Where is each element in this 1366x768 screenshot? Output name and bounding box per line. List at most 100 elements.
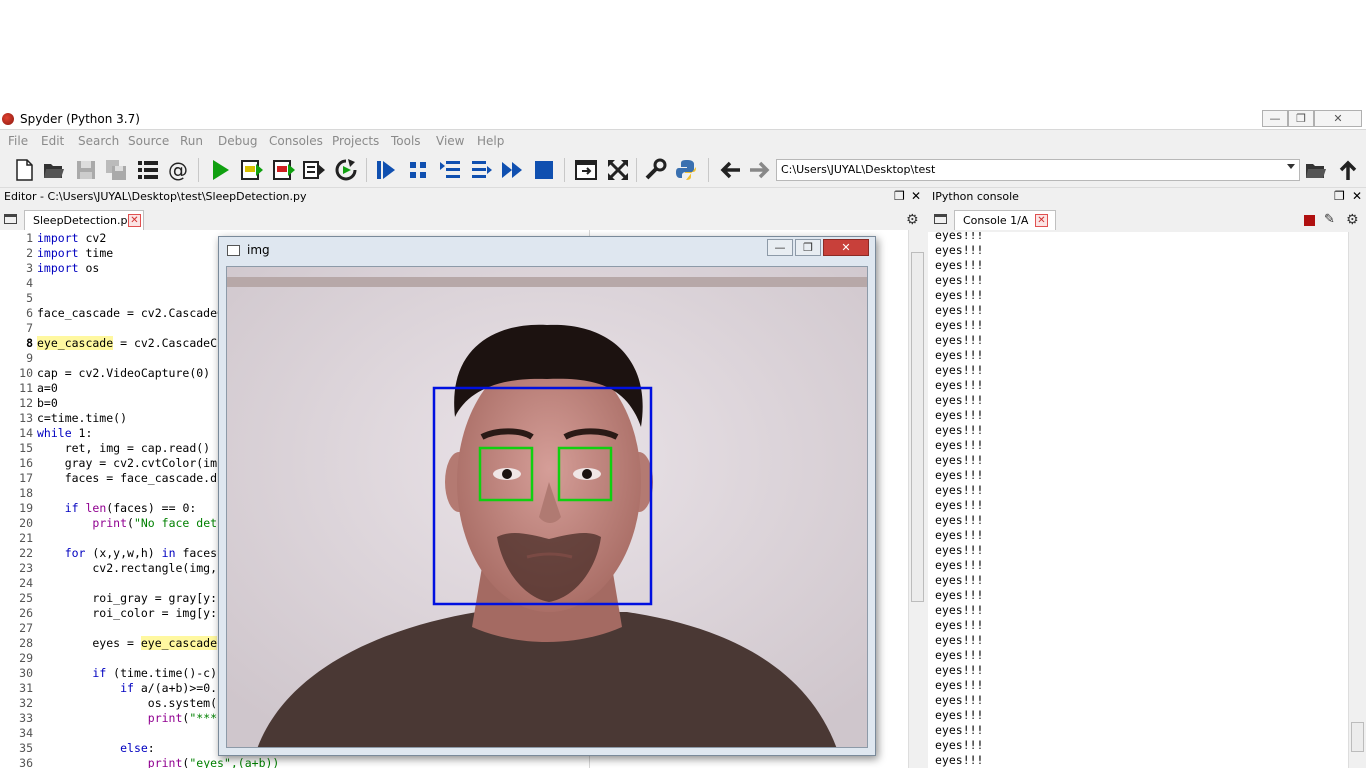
close-tab-icon[interactable]: ✕ <box>128 214 141 227</box>
ceiling-edge <box>227 277 867 287</box>
menu-projects[interactable]: Projects <box>332 134 379 148</box>
code-text: face_cascade = cv2.CascadeC <box>37 306 224 320</box>
step-into-icon[interactable] <box>438 158 462 182</box>
console-line: eyes!!! <box>935 363 984 377</box>
line-number: 14 <box>19 426 33 440</box>
continue-icon[interactable] <box>500 158 524 182</box>
console-line: eyes!!! <box>935 303 984 317</box>
right-pupil <box>582 469 592 479</box>
back-arrow-icon[interactable] <box>718 158 742 182</box>
browse-tabs-icon[interactable] <box>4 214 17 224</box>
code-text: while 1: <box>37 426 93 440</box>
run-selection-icon[interactable] <box>302 158 326 182</box>
tab-console-1a[interactable]: Console 1/A ✕ <box>954 210 1056 230</box>
at-sign-icon[interactable]: @ <box>166 158 190 182</box>
menu-view[interactable]: View <box>436 134 464 148</box>
run-icon[interactable] <box>208 158 232 182</box>
step-icon[interactable] <box>406 158 430 182</box>
code-text: print("eyes",(a+b)) <box>147 756 280 768</box>
line-number: 29 <box>19 651 33 665</box>
forward-arrow-icon[interactable] <box>748 158 772 182</box>
close-button[interactable]: ✕ <box>1314 110 1362 127</box>
menu-source[interactable]: Source <box>128 134 169 148</box>
save-all-icon[interactable] <box>104 158 128 182</box>
fullscreen-icon[interactable] <box>606 158 630 182</box>
tab-sleepdetection[interactable]: SleepDetection.py ✕ <box>24 210 144 230</box>
console-line: eyes!!! <box>935 438 984 452</box>
parent-directory-icon[interactable] <box>1336 158 1360 182</box>
gear-icon[interactable]: ⚙ <box>906 212 919 228</box>
menu-run[interactable]: Run <box>180 134 203 148</box>
open-file-icon[interactable] <box>42 158 66 182</box>
console-line: eyes!!! <box>935 288 984 302</box>
console-line: eyes!!! <box>935 348 984 362</box>
line-number: 11 <box>19 381 33 395</box>
menu-file[interactable]: File <box>8 134 28 148</box>
code-text: cv2.rectangle(img, <box>37 561 218 575</box>
menu-tools[interactable]: Tools <box>391 134 421 148</box>
close-pane-icon[interactable]: ✕ <box>911 189 921 203</box>
maximize-pane-icon[interactable] <box>574 158 598 182</box>
console-line: eyes!!! <box>935 423 984 437</box>
line-number: 16 <box>19 456 33 470</box>
code-text: for (x,y,w,h) in faces <box>64 546 218 560</box>
console-scrollbar-thumb[interactable] <box>1351 722 1364 752</box>
line-number: 35 <box>19 741 33 755</box>
console-tabbar: Console 1/A ✕ ✎ ⚙ <box>928 208 1366 230</box>
list-icon[interactable] <box>136 158 160 182</box>
code-text: print("No face det <box>92 516 218 530</box>
browse-tabs-icon[interactable] <box>934 214 947 224</box>
line-number: 22 <box>19 546 33 560</box>
menu-edit[interactable]: Edit <box>41 134 64 148</box>
window-title: Spyder (Python 3.7) <box>20 112 140 126</box>
console-line: eyes!!! <box>935 393 984 407</box>
editor-scrollbar-thumb[interactable] <box>911 252 924 602</box>
img-minimize-button[interactable]: — <box>767 239 793 256</box>
eraser-icon[interactable]: ✎ <box>1324 212 1335 227</box>
interrupt-kernel-icon[interactable] <box>1304 215 1315 226</box>
console-tab-label: Console 1/A <box>963 214 1029 227</box>
menu-bar: File Edit Search Source Run Debug Consol… <box>0 130 1366 152</box>
run-cell-advance-icon[interactable] <box>272 158 296 182</box>
code-text: import cv2 <box>37 231 107 245</box>
undock-icon[interactable]: ❐ <box>1334 189 1345 203</box>
maximize-button[interactable]: ❐ <box>1288 110 1314 127</box>
menu-help[interactable]: Help <box>477 134 504 148</box>
close-tab-icon[interactable]: ✕ <box>1035 214 1048 227</box>
console-line: eyes!!! <box>935 723 984 737</box>
line-number: 7 <box>26 321 33 335</box>
working-directory-combo[interactable]: C:\Users\JUYAL\Desktop\test <box>776 159 1300 181</box>
run-cell-icon[interactable] <box>240 158 264 182</box>
line-number: 34 <box>19 726 33 740</box>
undock-icon[interactable]: ❐ <box>894 189 905 203</box>
console-output[interactable]: eyes!!! eyes!!! eyes!!! eyes!!! eyes!!! eyes!… <box>928 232 1348 768</box>
line-number: 30 <box>19 666 33 680</box>
new-file-icon[interactable] <box>12 158 36 182</box>
gear-icon[interactable]: ⚙ <box>1346 212 1359 228</box>
menu-consoles[interactable]: Consoles <box>269 134 323 148</box>
code-text: roi_color = img[y: <box>37 606 218 620</box>
line-number: 25 <box>19 591 33 605</box>
code-text: eye_cascade = cv2.CascadeC <box>37 336 218 350</box>
console-pane-title: IPython console <box>932 190 1019 203</box>
menu-search[interactable]: Search <box>78 134 119 148</box>
close-pane-icon[interactable]: ✕ <box>1352 189 1362 203</box>
save-file-icon[interactable] <box>74 158 98 182</box>
console-line: eyes!!! <box>935 633 984 647</box>
menu-debug[interactable]: Debug <box>218 134 257 148</box>
img-window[interactable]: img — ❐ ✕ <box>218 236 876 756</box>
console-scrollbar[interactable] <box>1348 232 1366 768</box>
stop-icon[interactable] <box>532 158 556 182</box>
browse-folder-icon[interactable] <box>1304 158 1328 182</box>
debug-icon[interactable] <box>374 158 398 182</box>
minimize-button[interactable]: — <box>1262 110 1288 127</box>
rerun-icon[interactable] <box>334 158 358 182</box>
editor-scrollbar[interactable] <box>908 230 926 768</box>
python-path-icon[interactable] <box>674 158 698 182</box>
img-close-button[interactable]: ✕ <box>823 239 869 256</box>
img-maximize-button[interactable]: ❐ <box>795 239 821 256</box>
preferences-icon[interactable] <box>644 158 668 182</box>
line-number: 33 <box>19 711 33 725</box>
chevron-down-icon[interactable] <box>1287 164 1295 169</box>
step-return-icon[interactable] <box>470 158 494 182</box>
